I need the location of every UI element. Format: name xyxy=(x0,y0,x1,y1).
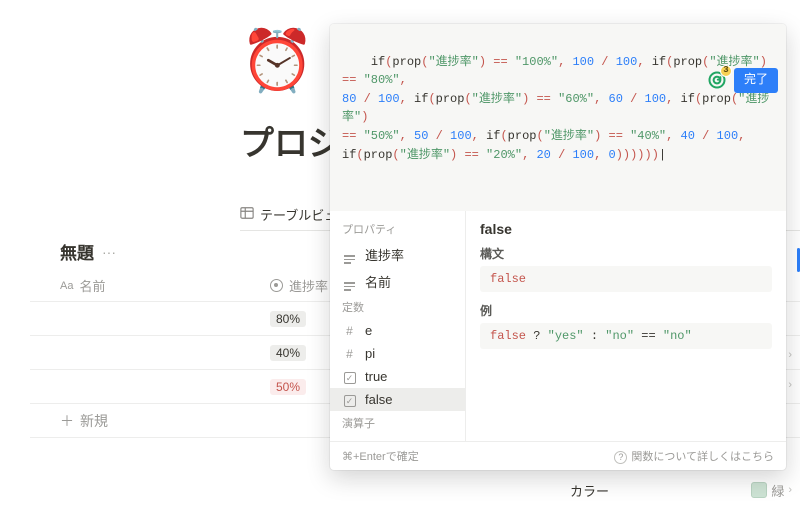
reference-item[interactable]: 名前 xyxy=(330,268,465,295)
number-icon: # xyxy=(342,347,357,361)
formula-reference: プロパティ 進捗率名前 定数 #e#pitruefalse 演算子 false … xyxy=(330,211,786,441)
database-title[interactable]: 無題 xyxy=(60,239,94,264)
formula-input[interactable]: if(prop("進捗率") == "100%", 100 / 100, if(… xyxy=(330,24,786,211)
section-properties: プロパティ xyxy=(330,217,465,241)
plus-icon: ＋ xyxy=(60,411,74,431)
reference-item-label: e xyxy=(365,323,372,338)
reference-item-label: false xyxy=(365,392,392,407)
color-label: カラー xyxy=(570,481,609,500)
progress-tag: 50% xyxy=(270,379,306,395)
example-label: 例 xyxy=(480,302,772,319)
syntax-label: 構文 xyxy=(480,245,772,262)
column-progress-label: 進捗率 xyxy=(289,276,328,295)
color-value: 緑 xyxy=(771,481,784,500)
confirm-hint: ⌘+Enterで確定 xyxy=(342,448,419,464)
column-header-name[interactable]: Aa 名前 xyxy=(30,276,270,295)
new-row-label: 新規 xyxy=(80,411,108,431)
progress-tag: 80% xyxy=(270,311,306,327)
color-row[interactable]: カラー 緑 › xyxy=(570,475,792,505)
code-actions: 3 完了 xyxy=(706,68,778,93)
reference-item[interactable]: true xyxy=(330,365,465,388)
reference-item[interactable]: 進捗率 xyxy=(330,241,465,268)
grammarly-icon[interactable]: 3 xyxy=(706,69,728,91)
formula-help-link[interactable]: ?関数について詳しくはこちら xyxy=(614,448,774,464)
database-title-more[interactable]: ··· xyxy=(102,244,116,260)
reference-item-label: true xyxy=(365,369,387,384)
title-property-icon: Aa xyxy=(60,280,73,292)
progress-tag: 40% xyxy=(270,345,306,361)
reference-item[interactable]: false xyxy=(330,388,465,411)
checkbox-icon xyxy=(342,370,357,385)
help-icon: ? xyxy=(614,451,627,464)
done-button[interactable]: 完了 xyxy=(734,68,778,93)
reference-item[interactable]: #e xyxy=(330,319,465,342)
formula-editor-popover: if(prop("進捗率") == "100%", 100 / 100, if(… xyxy=(330,24,786,470)
reference-item-label: 名前 xyxy=(365,272,391,291)
text-property-icon xyxy=(342,273,357,291)
example-body: false ? "yes" : "no" == "no" xyxy=(480,323,772,349)
formula-reference-detail: false 構文 false 例 false ? "yes" : "no" ==… xyxy=(466,211,786,441)
reference-item-label: 進捗率 xyxy=(365,245,404,264)
column-name-label: 名前 xyxy=(79,276,105,295)
reference-item[interactable]: # pi xyxy=(330,342,465,365)
formula-reference-list: プロパティ 進捗率名前 定数 #e#pitruefalse 演算子 xyxy=(330,211,466,441)
number-icon: # xyxy=(342,324,357,338)
chevron-right-icon: › xyxy=(788,484,792,496)
reference-item-label: pi xyxy=(365,346,375,361)
formula-footer: ⌘+Enterで確定 ?関数について詳しくはこちら xyxy=(330,441,786,470)
chevron-right-icon: › xyxy=(788,379,792,391)
chevron-right-icon: › xyxy=(788,349,792,361)
checkbox-icon xyxy=(342,393,357,408)
section-operators: 演算子 xyxy=(330,411,465,435)
table-view-icon xyxy=(240,206,254,223)
section-constants: 定数 xyxy=(330,295,465,319)
select-property-icon xyxy=(270,279,283,292)
grammarly-count: 3 xyxy=(720,65,732,77)
text-property-icon xyxy=(342,246,357,264)
syntax-body: false xyxy=(480,266,772,292)
detail-title: false xyxy=(480,221,772,237)
color-swatch-green xyxy=(751,482,767,498)
